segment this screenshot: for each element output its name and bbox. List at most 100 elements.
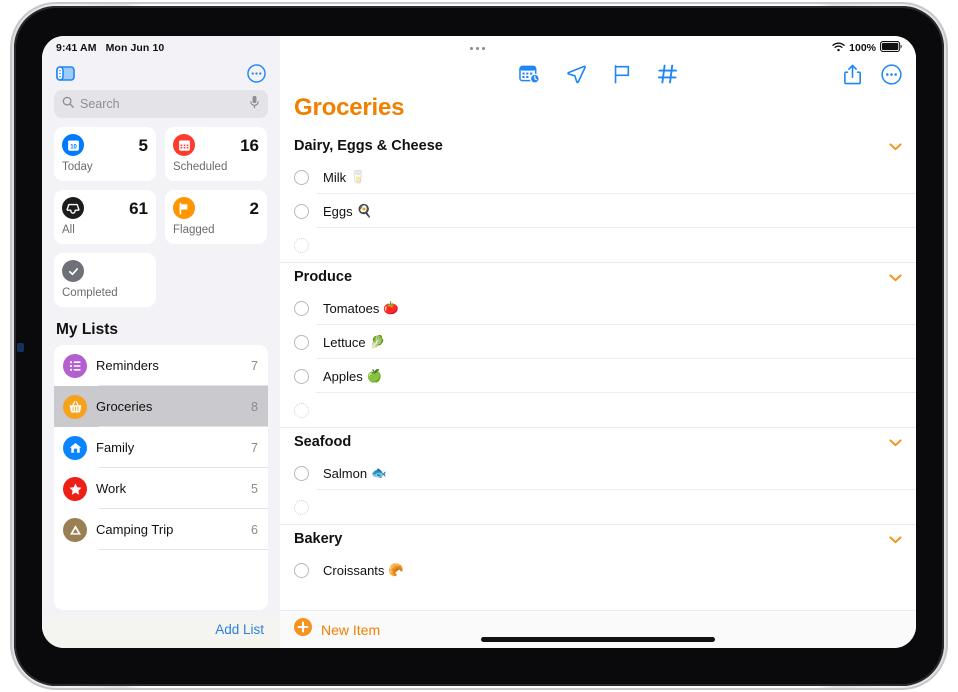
- checkbox-icon[interactable]: [294, 169, 309, 185]
- smart-list-card-scheduled[interactable]: 16 Scheduled: [165, 127, 267, 181]
- reminder-emoji: 🥬: [369, 334, 386, 349]
- reminder-emoji: 🐟: [371, 465, 387, 480]
- sidebar-item-count: 7: [251, 358, 258, 373]
- sidebar-item-work[interactable]: Work 5: [54, 468, 268, 509]
- reminder-row[interactable]: Milk 🥛: [280, 160, 916, 194]
- empty-checkbox-icon[interactable]: [294, 402, 309, 418]
- add-location-icon[interactable]: [566, 64, 587, 84]
- sidebar-item-groceries[interactable]: Groceries 8: [54, 386, 268, 427]
- search-input[interactable]: Search: [54, 90, 268, 118]
- reminder-row[interactable]: Salmon 🐟: [280, 456, 916, 490]
- wifi-icon: [832, 42, 845, 55]
- microphone-icon[interactable]: [249, 95, 260, 114]
- page-title: Groceries: [294, 94, 405, 121]
- smart-list-card-all[interactable]: 61 All: [54, 190, 156, 244]
- search-placeholder: Search: [80, 97, 120, 111]
- ellipsis-circle-icon[interactable]: [247, 63, 266, 83]
- reminder-title: Eggs: [323, 203, 353, 219]
- status-indicators: 100%: [832, 40, 902, 55]
- add-flag-icon[interactable]: [613, 64, 632, 84]
- checkbox-icon[interactable]: [294, 368, 309, 384]
- card-count: 61: [129, 198, 148, 218]
- new-item-placeholder-row[interactable]: [280, 490, 916, 524]
- checkmark-icon: [62, 260, 84, 282]
- ipad-screen: 9:41 AM Mon Jun 10 Search 10 5 Today 16 …: [42, 36, 916, 648]
- chevron-down-icon[interactable]: [889, 271, 902, 284]
- reminder-emoji: 🍏: [366, 368, 383, 383]
- chevron-down-icon[interactable]: [889, 533, 902, 546]
- sidebar-item-label: Family: [96, 440, 135, 455]
- section-title: Seafood: [294, 434, 352, 450]
- checkbox-icon[interactable]: [294, 465, 309, 481]
- reminder-title: Apples: [323, 368, 363, 384]
- window-grabber-icon[interactable]: [470, 46, 485, 50]
- status-date: Mon Jun 10: [105, 42, 165, 54]
- new-item-button[interactable]: New Item: [280, 610, 916, 648]
- card-count: 2: [249, 198, 259, 218]
- smart-list-card-completed[interactable]: Completed: [54, 253, 156, 307]
- tent-icon: [63, 517, 87, 542]
- main-toolbar: [280, 56, 916, 92]
- main-pane: 100% Groceries Dairy, Eggs & Cheese Milk…: [280, 36, 916, 648]
- checkbox-icon[interactable]: [294, 203, 309, 219]
- reminder-emoji: 🥛: [350, 169, 366, 184]
- card-label: All: [62, 224, 75, 236]
- battery-full-icon: [879, 40, 902, 55]
- reminder-title: Croissants: [323, 562, 385, 578]
- sidebar-item-count: 5: [251, 481, 258, 496]
- sidebar-item-reminders[interactable]: Reminders 7: [54, 345, 268, 386]
- reminder-title: Tomatoes: [323, 300, 380, 316]
- flag-icon: [173, 197, 195, 219]
- reminder-emoji: 🥐: [388, 562, 404, 577]
- add-tag-icon[interactable]: [657, 64, 678, 84]
- section-title: Dairy, Eggs & Cheese: [294, 138, 443, 154]
- checkbox-icon[interactable]: [294, 562, 309, 578]
- chevron-down-icon[interactable]: [889, 140, 902, 153]
- inbox-tray-icon: [62, 197, 84, 219]
- calendar-today-icon: 10: [62, 134, 84, 156]
- reminder-row[interactable]: Croissants 🥐: [280, 553, 916, 587]
- new-item-placeholder-row[interactable]: [280, 228, 916, 262]
- device-camera-dot: [17, 343, 24, 352]
- sidebar: 9:41 AM Mon Jun 10 Search 10 5 Today 16 …: [42, 36, 280, 648]
- reminder-emoji: 🍳: [356, 203, 373, 218]
- add-date-icon[interactable]: [518, 64, 540, 84]
- sidebar-toggle-icon[interactable]: [56, 65, 75, 81]
- empty-checkbox-icon[interactable]: [294, 499, 309, 515]
- card-count: 16: [240, 135, 259, 155]
- section-title: Produce: [294, 269, 353, 285]
- card-top: 10 5: [62, 134, 148, 156]
- reminder-row[interactable]: Tomatoes 🍅: [280, 291, 916, 325]
- card-label: Flagged: [173, 224, 215, 236]
- sidebar-item-label: Reminders: [96, 358, 159, 373]
- plus-circle-icon: [294, 618, 312, 641]
- status-time: 9:41 AM: [56, 42, 97, 54]
- section-header[interactable]: Dairy, Eggs & Cheese: [280, 132, 916, 160]
- empty-checkbox-icon[interactable]: [294, 237, 309, 253]
- section-header[interactable]: Produce: [280, 262, 916, 291]
- new-item-placeholder-row[interactable]: [280, 393, 916, 427]
- sidebar-item-family[interactable]: Family 7: [54, 427, 268, 468]
- reminder-row[interactable]: Lettuce 🥬: [280, 325, 916, 359]
- smart-list-card-flagged[interactable]: 2 Flagged: [165, 190, 267, 244]
- section-header[interactable]: Seafood: [280, 427, 916, 456]
- grocery-sections-list[interactable]: Dairy, Eggs & Cheese Milk 🥛 Eggs 🍳 Produce Tom…: [280, 132, 916, 610]
- smart-list-card-today[interactable]: 10 5 Today: [54, 127, 156, 181]
- smart-lists-grid: 10 5 Today 16 Scheduled 61 All 2 Flagged Complete…: [42, 118, 280, 307]
- card-label: Today: [62, 161, 93, 173]
- status-bar-left: 9:41 AM Mon Jun 10: [42, 36, 280, 56]
- checkbox-icon[interactable]: [294, 334, 309, 350]
- svg-text:10: 10: [70, 144, 77, 150]
- reminder-row[interactable]: Apples 🍏: [280, 359, 916, 393]
- chevron-down-icon[interactable]: [889, 436, 902, 449]
- reminder-row[interactable]: Eggs 🍳: [280, 194, 916, 228]
- checkbox-icon[interactable]: [294, 300, 309, 316]
- sidebar-item-camping-trip[interactable]: Camping Trip 6: [54, 509, 268, 550]
- section-header[interactable]: Bakery: [280, 524, 916, 553]
- reminder-title: Milk: [323, 169, 347, 185]
- reminder-title: Lettuce: [323, 334, 366, 350]
- divider: [99, 549, 268, 550]
- search-container: Search: [42, 90, 280, 118]
- add-list-button[interactable]: Add List: [215, 622, 264, 637]
- my-lists-heading: My Lists: [56, 321, 119, 338]
